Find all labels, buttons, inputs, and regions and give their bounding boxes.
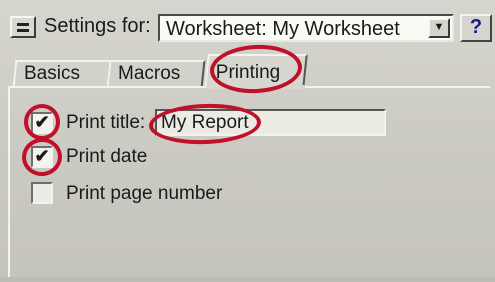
print-date-label: Print date [66, 146, 148, 167]
settings-for-label: Settings for: [44, 15, 151, 37]
help-question-icon: ? [469, 16, 483, 38]
print-page-number-label: Print page number [66, 183, 223, 204]
print-page-number-checkbox[interactable] [31, 182, 53, 204]
bottom-edge [0, 277, 495, 282]
print-title-label: Print title: [66, 112, 146, 133]
list-icon [17, 23, 29, 26]
settings-for-value: Worksheet: My Worksheet [166, 18, 400, 40]
highlight-circle-print-title-checkbox [24, 104, 60, 140]
dropdown-arrow-icon[interactable]: ▼ [428, 18, 450, 38]
tab-basics[interactable]: Basics [12, 60, 112, 88]
tab-basics-label: Basics [24, 63, 80, 84]
tab-macros-label: Macros [118, 63, 181, 84]
settings-for-select[interactable]: Worksheet: My Worksheet ▼ [158, 14, 454, 42]
help-button[interactable]: ? [460, 14, 492, 42]
settings-list-button[interactable] [10, 16, 36, 38]
settings-dialog: Settings for: Worksheet: My Worksheet ▼ … [0, 0, 495, 282]
tab-macros[interactable]: Macros [106, 60, 206, 88]
list-icon-bar [17, 29, 29, 32]
